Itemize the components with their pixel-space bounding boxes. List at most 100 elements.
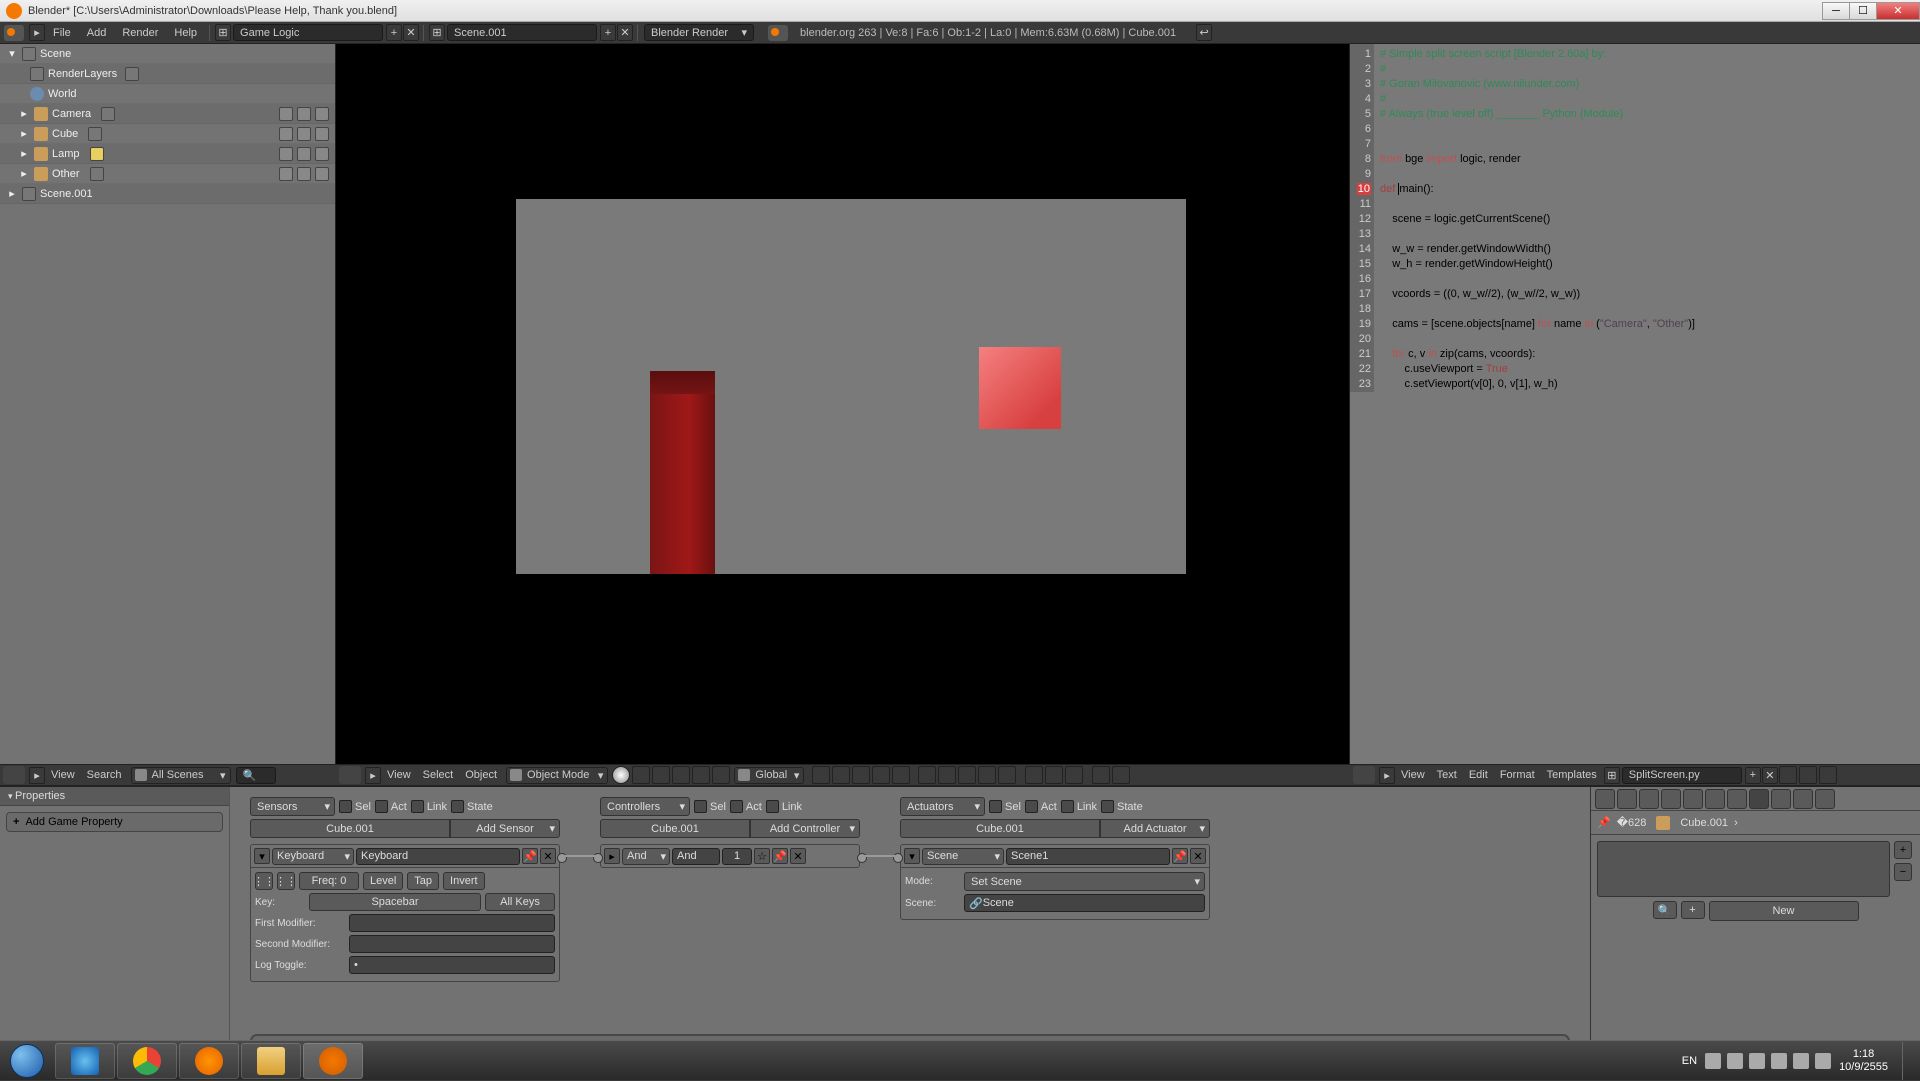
log-toggle-field[interactable]: • <box>349 956 555 974</box>
editor-type-icon[interactable] <box>4 25 24 41</box>
controller-state-field[interactable]: 1 <box>722 848 752 865</box>
pin-icon[interactable]: 📌 <box>1597 816 1611 829</box>
controllers-dropdown[interactable]: Controllers <box>600 797 690 816</box>
tree-expand-icon[interactable]: ▸ <box>6 187 18 200</box>
show-desktop-button[interactable] <box>1902 1042 1912 1080</box>
renderable-toggle[interactable] <box>315 107 329 121</box>
screen-delete-button[interactable]: ✕ <box>403 24 419 41</box>
render-engine-select[interactable]: Blender Render▾ <box>644 24 754 41</box>
scene-delete-button[interactable]: ✕ <box>617 24 633 41</box>
visibility-toggle[interactable] <box>279 147 293 161</box>
outliner-cube-row[interactable]: ▸ Cube <box>0 124 335 144</box>
selectable-toggle[interactable] <box>297 167 311 181</box>
language-indicator[interactable]: EN <box>1682 1055 1697 1067</box>
delete-brick-button[interactable]: ✕ <box>790 848 806 864</box>
tree-collapse-icon[interactable]: ▾ <box>6 47 18 60</box>
add-sensor-dropdown[interactable]: Add Sensor <box>450 819 560 838</box>
word-wrap-toggle[interactable] <box>1799 766 1817 784</box>
modifiers-tab[interactable] <box>1705 789 1725 809</box>
layer-button[interactable] <box>812 766 830 784</box>
material-add-button[interactable]: + <box>1681 901 1705 919</box>
link-checkbox[interactable]: Link <box>1061 800 1097 813</box>
act-checkbox[interactable]: Act <box>730 800 762 813</box>
mode-select[interactable]: Object Mode <box>506 767 608 784</box>
outliner-scene2-row[interactable]: ▸ Scene.001 <box>0 184 335 204</box>
remove-material-slot-button[interactable]: − <box>1894 863 1912 881</box>
outliner-search-menu[interactable]: Search <box>81 769 128 781</box>
collapse-brick-button[interactable]: ▾ <box>904 848 920 864</box>
tray-shield-icon[interactable] <box>1727 1053 1743 1069</box>
layer-button[interactable] <box>872 766 890 784</box>
layer-button[interactable] <box>892 766 910 784</box>
scene-add-button[interactable]: + <box>600 24 616 41</box>
start-button[interactable] <box>0 1041 54 1081</box>
view-menu[interactable]: View <box>381 769 417 781</box>
text-editor-panel[interactable]: 1234567891011121314151617181920212223 # … <box>1350 44 1920 764</box>
link-checkbox[interactable]: Link <box>411 800 447 813</box>
tray-network-icon[interactable] <box>1771 1053 1787 1069</box>
logic-bricks-area[interactable]: Sensors Sel Act Link State Cube.001 Add … <box>230 787 1590 1058</box>
visibility-toggle[interactable] <box>279 127 293 141</box>
controller-type-select[interactable]: And <box>622 848 670 865</box>
line-numbers-toggle[interactable] <box>1779 766 1797 784</box>
delete-brick-button[interactable]: ✕ <box>1190 848 1206 864</box>
new-material-button[interactable]: New <box>1709 901 1859 921</box>
layer-button[interactable] <box>978 766 996 784</box>
blender-taskbar-button[interactable] <box>303 1043 363 1079</box>
screen-add-button[interactable]: + <box>386 24 402 41</box>
scale-manipulator[interactable] <box>712 766 730 784</box>
text-view-menu[interactable]: View <box>1395 769 1431 781</box>
material-tab[interactable] <box>1749 789 1769 809</box>
outliner-filter-select[interactable]: All Scenes <box>131 767 231 784</box>
text-templates-menu[interactable]: Templates <box>1541 769 1603 781</box>
editor-type-icon[interactable] <box>339 766 361 784</box>
outliner-scene-row[interactable]: ▾ Scene <box>0 44 335 64</box>
visibility-toggle[interactable] <box>279 107 293 121</box>
tree-expand-icon[interactable]: ▸ <box>18 107 30 120</box>
sensor-name-field[interactable]: Keyboard <box>356 848 520 865</box>
selectable-toggle[interactable] <box>297 107 311 121</box>
maximize-button[interactable]: ☐ <box>1849 2 1877 20</box>
text-unlink-button[interactable]: ✕ <box>1762 767 1778 784</box>
sensors-dropdown[interactable]: Sensors <box>250 797 335 816</box>
outliner-world-row[interactable]: World <box>0 84 335 104</box>
texture-tab[interactable] <box>1771 789 1791 809</box>
outliner-search-field[interactable]: 🔍 <box>236 767 276 784</box>
outliner-renderlayers-row[interactable]: RenderLayers <box>0 64 335 84</box>
add-material-slot-button[interactable]: + <box>1894 841 1912 859</box>
priority-button[interactable]: ☆ <box>754 848 770 864</box>
chrome-taskbar-button[interactable] <box>117 1043 177 1079</box>
pin-button[interactable]: 📌 <box>522 848 538 864</box>
sel-checkbox[interactable]: Sel <box>339 800 371 813</box>
layer-button[interactable] <box>958 766 976 784</box>
controller-object-name[interactable]: Cube.001 <box>600 819 750 838</box>
text-add-button[interactable]: + <box>1745 767 1761 784</box>
key-field[interactable]: Spacebar <box>309 893 481 911</box>
add-controller-dropdown[interactable]: Add Controller <box>750 819 860 838</box>
level-button[interactable]: Level <box>363 872 403 890</box>
render-opengl-button[interactable] <box>1092 766 1110 784</box>
manipulator-toggle[interactable] <box>652 766 670 784</box>
editor-type-icon[interactable] <box>3 766 25 784</box>
explorer-taskbar-button[interactable] <box>241 1043 301 1079</box>
tree-expand-icon[interactable]: ▸ <box>18 147 30 160</box>
world-tab[interactable] <box>1639 789 1659 809</box>
renderable-toggle[interactable] <box>315 167 329 181</box>
tray-volume-icon[interactable] <box>1815 1053 1831 1069</box>
layer-button[interactable] <box>998 766 1016 784</box>
actuator-name-field[interactable]: Scene1 <box>1006 848 1170 865</box>
sel-checkbox[interactable]: Sel <box>694 800 726 813</box>
state-checkbox[interactable]: State <box>451 800 493 813</box>
renderable-toggle[interactable] <box>315 147 329 161</box>
outliner-lamp-row[interactable]: ▸ Lamp <box>0 144 335 164</box>
menu-file[interactable]: File <box>45 27 79 39</box>
firefox-taskbar-button[interactable] <box>179 1043 239 1079</box>
pulse-false-button[interactable]: ⋮⋮ <box>277 872 295 890</box>
taskbar-clock[interactable]: 1:18 10/9/2555 <box>1839 1048 1888 1074</box>
actuators-dropdown[interactable]: Actuators <box>900 797 985 816</box>
invert-button[interactable]: Invert <box>443 872 485 890</box>
close-button[interactable]: ✕ <box>1876 2 1920 20</box>
tray-help-icon[interactable] <box>1705 1053 1721 1069</box>
selectable-toggle[interactable] <box>297 127 311 141</box>
viewport-3d[interactable] <box>336 44 1350 764</box>
